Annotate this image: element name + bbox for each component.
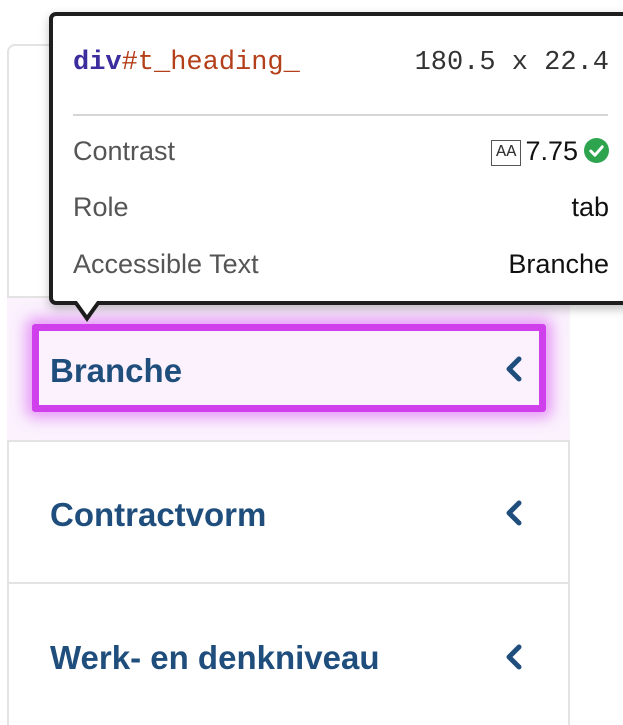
tab-branche-label: Branche bbox=[50, 352, 183, 389]
accessible-text-value: Branche bbox=[508, 249, 609, 279]
inspector-row-accessible-text: Accessible Text Branche bbox=[73, 249, 609, 289]
inspector-dimensions: 180.5 x 22.4 bbox=[396, 48, 609, 78]
page: Branche Contractvorm Werk- en denkniveau… bbox=[0, 0, 623, 725]
tab-contractvorm[interactable]: Contractvorm bbox=[7, 440, 570, 582]
chevron-left-icon bbox=[506, 644, 522, 670]
inspector-row-contrast: Contrast AA 7.75 bbox=[73, 136, 609, 176]
tooltip-arrow-inner bbox=[74, 297, 100, 315]
chevron-left-icon bbox=[506, 356, 522, 382]
contrast-ratio: 7.75 bbox=[525, 136, 578, 166]
tab-werk-en-denkniveau[interactable]: Werk- en denkniveau bbox=[7, 582, 570, 725]
tab-contractvorm-label: Contractvorm bbox=[50, 496, 267, 533]
aa-badge: AA bbox=[491, 140, 522, 166]
tab-werk-en-denkniveau-label: Werk- en denkniveau bbox=[50, 639, 380, 676]
chevron-left-icon bbox=[506, 500, 522, 526]
contrast-value-group: AA 7.75 bbox=[491, 136, 609, 167]
inspector-element-header: div#t_heading_ 180.5 x 22.4 bbox=[73, 48, 609, 78]
inspector-divider bbox=[73, 114, 608, 116]
role-label: Role bbox=[73, 192, 129, 222]
inspector-row-role: Role tab bbox=[73, 192, 609, 232]
inspector-tag-name: div bbox=[73, 48, 122, 78]
check-circle-icon bbox=[584, 138, 609, 163]
role-value: tab bbox=[571, 192, 609, 222]
contrast-label: Contrast bbox=[73, 136, 176, 166]
inspector-tooltip: div#t_heading_ 180.5 x 22.4 Contrast AA 7… bbox=[49, 12, 623, 305]
accessible-text-label: Accessible Text bbox=[73, 249, 259, 279]
inspector-element-id: #t_heading_ bbox=[121, 48, 300, 78]
